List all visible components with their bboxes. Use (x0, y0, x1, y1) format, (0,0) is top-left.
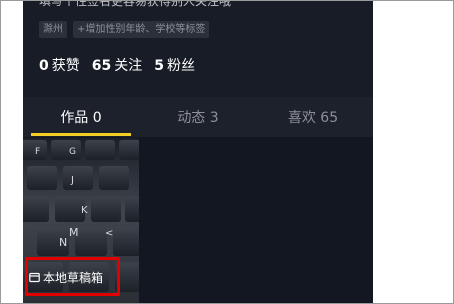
key-m-label: M (69, 226, 79, 239)
key-comma-label: < (105, 228, 113, 239)
screenshot-frame: 填写个性签名更容易获得别人关注哦 滁州 +增加性别年龄、学校等标签 0 获赞 65… (0, 0, 454, 304)
following-stat[interactable]: 65 关注 (92, 55, 142, 75)
bio-text[interactable]: 填写个性签名更容易获得别人关注哦 (39, 1, 231, 9)
stats-row: 0 获赞 65 关注 5 粉丝 (39, 55, 195, 75)
add-tags-button[interactable]: +增加性别年龄、学校等标签 (73, 21, 210, 38)
key-f-label: F (35, 147, 40, 157)
key-j-label: J (70, 175, 74, 186)
likes-stat[interactable]: 0 获赞 (39, 55, 80, 75)
tab-likes[interactable]: 喜欢 65 (263, 97, 363, 137)
followers-stat[interactable]: 5 粉丝 (154, 55, 195, 75)
key-n-label: N (59, 236, 67, 249)
profile-header: 填写个性签名更容易获得别人关注哦 滁州 +增加性别年龄、学校等标签 0 获赞 65… (23, 1, 373, 97)
tag-row: 滁州 +增加性别年龄、学校等标签 (39, 21, 210, 38)
key-k-label: K (81, 205, 88, 216)
key-g-label: G (69, 147, 76, 157)
location-tag[interactable]: 滁州 (39, 21, 67, 38)
tab-posts[interactable]: 动态 3 (148, 97, 248, 137)
active-tab-indicator (31, 133, 131, 136)
highlight-annotation-box (25, 257, 120, 296)
tab-bar: 作品 0 动态 3 喜欢 65 (23, 97, 373, 137)
tab-works[interactable]: 作品 0 (31, 97, 131, 137)
